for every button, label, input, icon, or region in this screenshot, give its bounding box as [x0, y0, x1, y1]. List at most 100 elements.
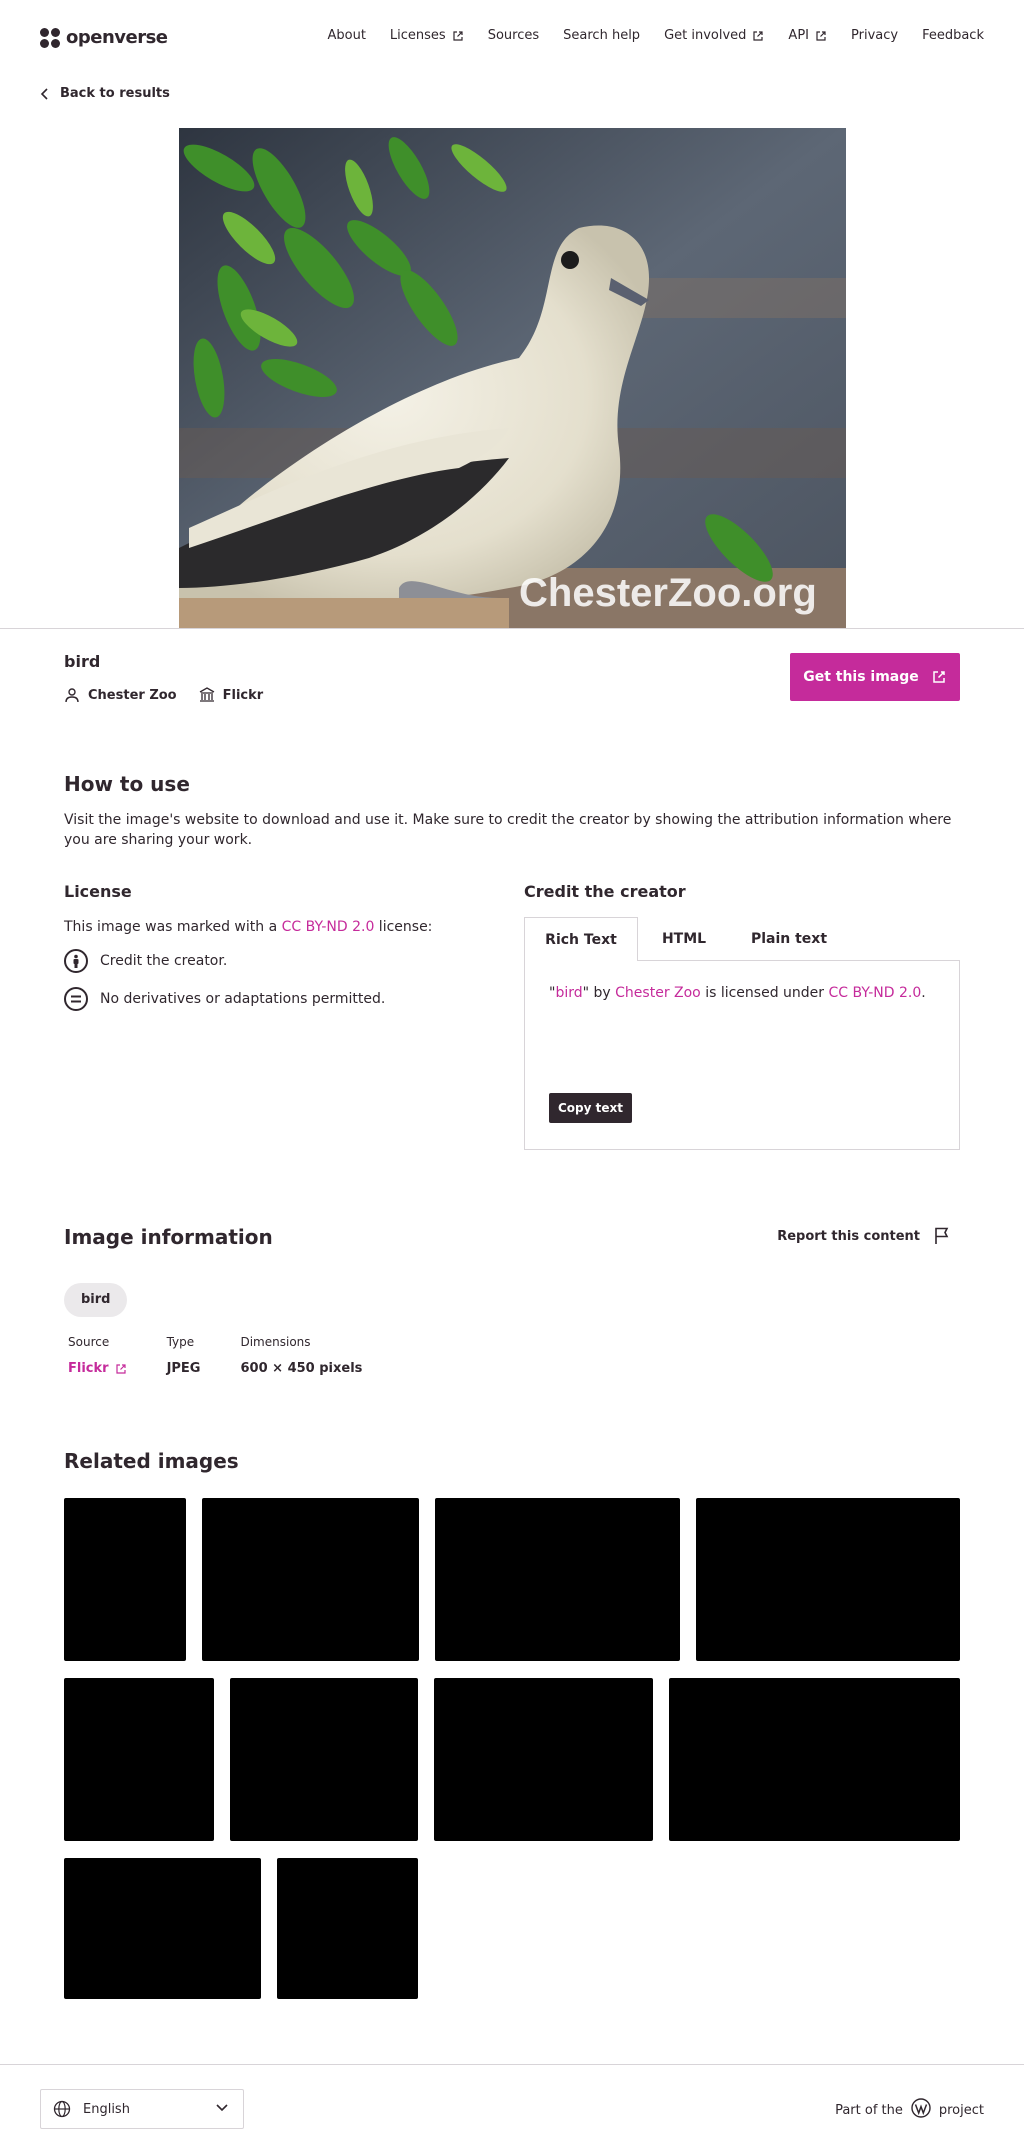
footer-divider	[0, 2064, 1024, 2065]
back-label: Back to results	[60, 86, 170, 101]
attribution-end: .	[921, 985, 926, 1001]
attribution-mid: is licensed under	[700, 985, 829, 1001]
external-link-icon	[453, 30, 463, 41]
main-image: ChesterZoo.org	[179, 128, 846, 628]
attribution-by: " by	[582, 985, 616, 1001]
license-item-text: Credit the creator.	[100, 953, 228, 969]
nav-label: Get involved	[664, 28, 747, 43]
nav-label: Sources	[487, 28, 540, 43]
dimensions-label: Dimensions	[240, 1335, 311, 1349]
attribution-title-link[interactable]: bird	[555, 985, 582, 1001]
part-prefix: Part of the	[835, 2102, 903, 2118]
license-heading: License	[64, 882, 132, 901]
dimensions-value: 600 × 450 pixels	[240, 1361, 363, 1376]
person-icon	[65, 688, 79, 703]
license-item-by: Credit the creator.	[64, 949, 484, 973]
credit-heading: Credit the creator	[524, 882, 686, 901]
related-image-thumbnail[interactable]	[230, 1678, 418, 1841]
image-title-row: bird Chester Zoo Flickr	[64, 652, 263, 703]
nav-sources[interactable]: Sources	[488, 28, 539, 43]
license-link[interactable]: CC BY-ND 2.0	[282, 919, 375, 935]
nav-label: Search help	[563, 28, 641, 43]
chevron-down-icon	[216, 2104, 228, 2112]
creator-link[interactable]: Chester Zoo	[64, 687, 177, 703]
wordpress-link[interactable]	[911, 2098, 931, 2122]
source-link[interactable]: Flickr	[199, 687, 264, 703]
tab-html[interactable]: HTML	[638, 917, 730, 961]
get-this-image-button[interactable]: Get this image	[790, 653, 960, 701]
nd-icon	[64, 987, 88, 1011]
how-to-use-text: Visit the image's website to download an…	[64, 812, 952, 848]
by-icon	[64, 949, 88, 973]
nav-about[interactable]: About	[327, 28, 365, 43]
info-type: Type JPEG	[167, 1335, 201, 1376]
tag-chip[interactable]: bird	[64, 1283, 128, 1317]
license-statement: This image was marked with a CC BY-ND 2.…	[64, 919, 484, 935]
nav-licenses[interactable]: Licenses	[390, 28, 464, 43]
nav-label: API	[788, 28, 809, 43]
type-label: Type	[166, 1335, 195, 1349]
source-value: Flickr	[68, 1361, 109, 1376]
wordpress-logo-icon	[911, 2098, 931, 2118]
info-dimensions: Dimensions 600 × 450 pixels	[240, 1335, 362, 1376]
related-image-thumbnail[interactable]	[64, 1498, 186, 1661]
nav-label: About	[327, 28, 366, 43]
license-suffix: license:	[374, 919, 433, 935]
related-image-thumbnail[interactable]	[202, 1498, 419, 1661]
how-to-use-section: How to use Visit the image's website to …	[64, 772, 960, 850]
attribution-text: "bird" by Chester Zoo is licensed under …	[549, 985, 935, 1001]
institution-icon	[199, 687, 214, 702]
chevron-left-icon	[40, 87, 48, 100]
nav-label: Feedback	[922, 28, 984, 43]
attribution-creator-link[interactable]: Chester Zoo	[615, 985, 701, 1001]
source-label: Source	[68, 1335, 110, 1349]
license-item-nd: No derivatives or adaptations permitted.	[64, 987, 484, 1011]
nav-search-help[interactable]: Search help	[563, 28, 640, 43]
nav-privacy[interactable]: Privacy	[851, 28, 898, 43]
report-label: Report this content	[777, 1228, 920, 1244]
get-button-label: Get this image	[803, 669, 919, 685]
license-item-text: No derivatives or adaptations permitted.	[100, 991, 386, 1007]
source-value-link[interactable]: Flickr	[68, 1361, 127, 1376]
tab-plain-text[interactable]: Plain text	[730, 917, 848, 961]
flag-icon	[935, 1227, 949, 1244]
related-image-thumbnail[interactable]	[696, 1498, 960, 1661]
credit-panel: "bird" by Chester Zoo is licensed under …	[524, 960, 960, 1150]
logo-text: openverse	[66, 27, 168, 48]
related-image-thumbnail[interactable]	[64, 1858, 261, 1999]
nav-get-involved[interactable]: Get involved	[664, 28, 764, 43]
credit-tabs: Rich Text HTML Plain text	[524, 917, 960, 961]
language-value: English	[83, 2101, 130, 2117]
copy-text-button[interactable]: Copy text	[549, 1093, 632, 1123]
related-image-thumbnail[interactable]	[277, 1858, 418, 1999]
back-to-results-link[interactable]: Back to results	[40, 86, 170, 101]
nav-api[interactable]: API	[788, 28, 827, 43]
related-image-thumbnail[interactable]	[434, 1678, 653, 1841]
report-content-button[interactable]: Report this content	[777, 1227, 950, 1245]
source-name: Flickr	[222, 687, 264, 703]
divider	[0, 628, 1024, 629]
credit-section: Credit the creator Rich Text HTML Plain …	[524, 882, 960, 1150]
attribution-license-link[interactable]: CC BY-ND 2.0	[829, 985, 922, 1001]
wordpress-project-credit: Part of the project	[835, 2098, 984, 2122]
nav-feedback[interactable]: Feedback	[922, 28, 984, 43]
related-image-thumbnail[interactable]	[64, 1678, 214, 1841]
tab-rich-text[interactable]: Rich Text	[524, 917, 638, 961]
how-to-use-heading: How to use	[64, 772, 190, 796]
external-link-icon	[753, 30, 764, 41]
openverse-logo[interactable]: openverse	[40, 27, 168, 48]
image-watermark: ChesterZoo.org	[519, 571, 817, 615]
license-prefix: This image was marked with a	[64, 919, 282, 935]
language-select[interactable]: English	[40, 2089, 244, 2129]
bird-photo: ChesterZoo.org	[179, 128, 846, 628]
openverse-logo-icon	[40, 27, 60, 48]
related-image-thumbnail[interactable]	[669, 1678, 960, 1841]
related-image-thumbnail[interactable]	[435, 1498, 680, 1661]
external-link-icon	[933, 671, 945, 683]
image-information-section: Image information Report this content bi…	[64, 1225, 960, 1376]
license-section: License This image was marked with a CC …	[64, 882, 484, 1011]
nav-label: Privacy	[851, 28, 899, 43]
image-title: bird	[64, 652, 101, 671]
info-source: Source Flickr	[68, 1335, 127, 1376]
creator-name: Chester Zoo	[88, 687, 177, 703]
